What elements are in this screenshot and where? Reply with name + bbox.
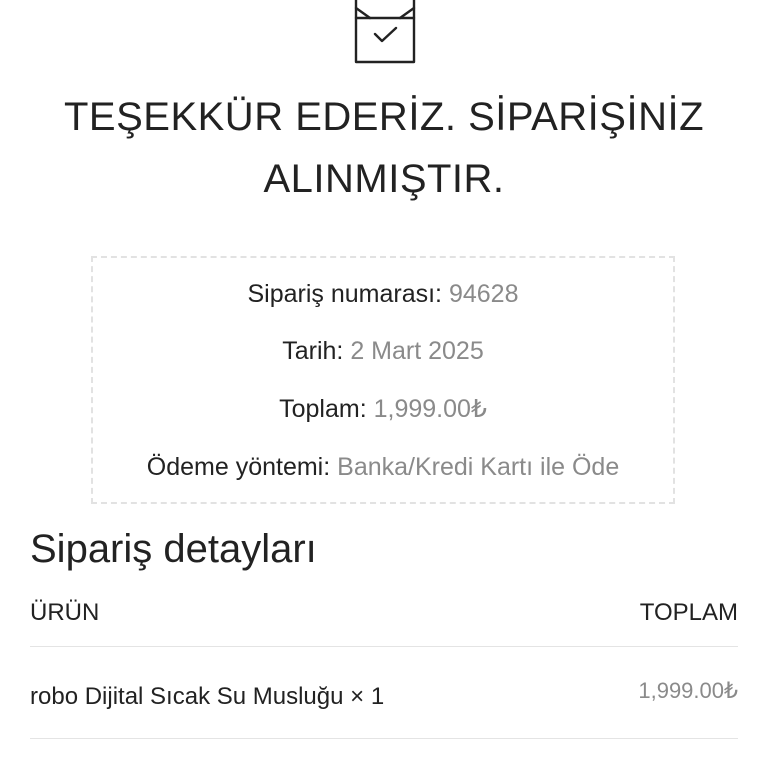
thank-you-heading: TEŞEKKÜR EDERİZ. SİPARİŞİNİZ ALINMIŞTIR. (0, 86, 768, 210)
order-date-label: Tarih: (282, 337, 344, 365)
thank-you-heading-line-1: TEŞEKKÜR EDERİZ. SİPARİŞİNİZ (63, 95, 705, 139)
payment-method-row: Ödeme yöntemi: Banka/Kredi Kartı ile Öde (93, 451, 673, 483)
order-number-label: Sipariş numarası: (247, 280, 443, 308)
order-date-row: Tarih: 2 Mart 2025 (93, 335, 673, 367)
order-total-row: Toplam: 1,999.00₺ (93, 393, 673, 425)
order-item-name: robo Dijital Sıcak Su Musluğu × 1 (30, 683, 385, 710)
product-column-header: ÜRÜN (30, 599, 100, 626)
table-divider (30, 646, 738, 647)
order-date-value: 2 Mart 2025 (350, 337, 484, 365)
order-number-value: 94628 (448, 280, 519, 308)
payment-method-label: Ödeme yöntemi: (146, 453, 331, 481)
total-column-header: TOPLAM (639, 599, 738, 626)
order-details-heading: Sipariş detayları (30, 527, 317, 571)
order-item-total: 1,999.00₺ (638, 678, 738, 703)
payment-method-value: Banka/Kredi Kartı ile Öde (337, 453, 620, 481)
table-divider (30, 738, 738, 739)
order-number-row: Sipariş numarası: 94628 (93, 278, 673, 310)
thank-you-heading-line-2: ALINMIŞTIR. (263, 157, 505, 201)
order-summary-box: Sipariş numarası: 94628 Tarih: 2 Mart 20… (91, 256, 675, 504)
order-total-value: 1,999.00₺ (373, 395, 487, 423)
order-total-label: Toplam: (279, 395, 367, 423)
package-check-icon (354, 0, 416, 64)
